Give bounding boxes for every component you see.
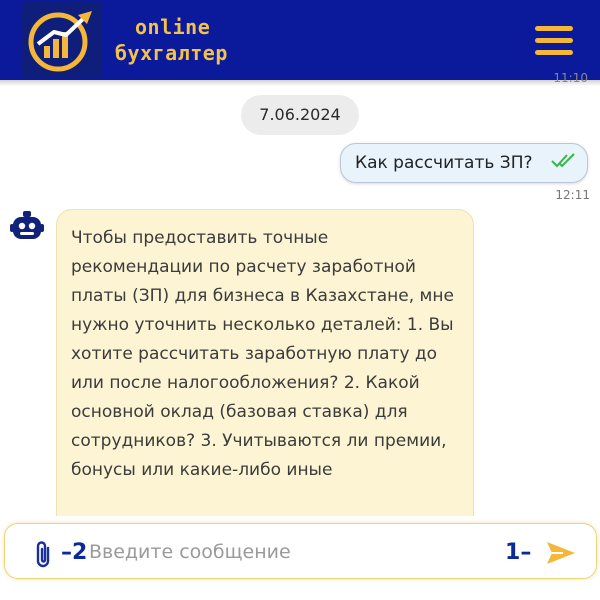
date-divider: 7.06.2024: [241, 95, 359, 135]
composer: –2 1–: [0, 516, 600, 600]
brand-line-2: бухгалтер: [115, 41, 228, 65]
previous-message-time: 11:10: [553, 72, 588, 82]
robot-icon: [10, 211, 44, 239]
app-header: online бухгалтер: [0, 0, 600, 80]
paperclip-icon[interactable]: [32, 540, 54, 570]
bot-message-text: Чтобы предоставить точные рекомендации п…: [71, 228, 454, 480]
message-input[interactable]: [89, 536, 489, 568]
hamburger-menu-icon[interactable]: [533, 24, 577, 58]
attach-marker-label: –2: [61, 540, 88, 565]
user-message-time: 12:11: [555, 188, 590, 202]
brand-line-1: online: [135, 15, 211, 39]
header-shadow: [0, 80, 600, 86]
send-icon[interactable]: [545, 540, 577, 566]
send-marker-label: 1–: [505, 540, 532, 565]
message-input-box: –2 1–: [4, 523, 597, 579]
logo[interactable]: [22, 2, 102, 78]
growth-chart-logo-icon: [28, 11, 92, 72]
user-message-text: Как рассчитать ЗП?: [355, 153, 533, 173]
double-check-icon: [551, 153, 575, 168]
user-message-bubble: Как рассчитать ЗП?: [340, 143, 588, 183]
bot-message-bubble: Чтобы предоставить точные рекомендации п…: [56, 209, 474, 539]
